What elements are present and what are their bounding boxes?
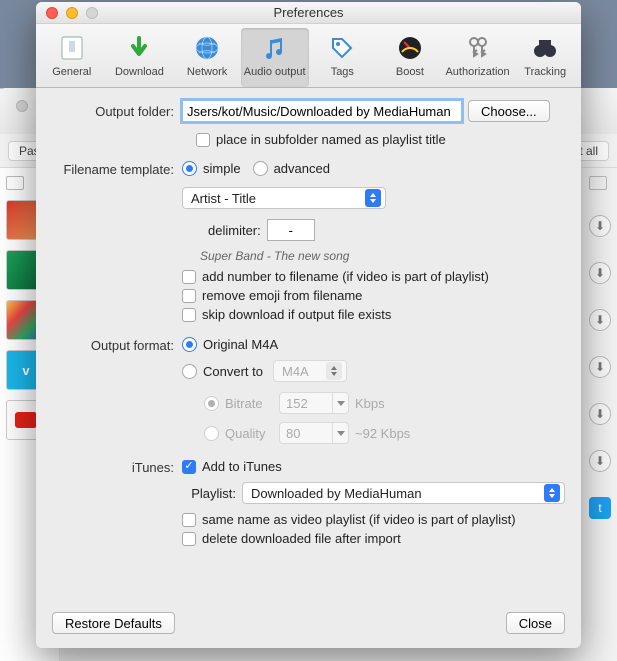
tab-audio-output[interactable]: Audio output <box>241 28 309 87</box>
same-name-label: same name as video playlist (if video is… <box>202 512 516 527</box>
skip-existing-label: skip download if output file exists <box>202 307 391 322</box>
subfolder-checkbox[interactable] <box>196 133 210 147</box>
tab-general[interactable]: General <box>38 28 106 87</box>
tab-download[interactable]: Download <box>106 28 174 87</box>
format-original-label: Original M4A <box>203 337 278 352</box>
playlist-popup[interactable]: Downloaded by MediaHuman <box>242 482 565 504</box>
tag-icon <box>326 32 358 64</box>
tab-authorization[interactable]: Authorization <box>444 28 512 87</box>
tab-tracking[interactable]: Tracking <box>511 28 579 87</box>
preferences-body: Output folder: Choose... place in subfol… <box>36 88 581 612</box>
delete-after-import-label: delete downloaded file after import <box>202 531 401 546</box>
filename-simple-label: simple <box>203 161 241 176</box>
delimiter-field[interactable] <box>267 219 315 241</box>
quality-estimate: ~92 Kbps <box>355 426 410 441</box>
delimiter-label: delimiter: <box>208 223 261 238</box>
skip-existing-checkbox[interactable] <box>182 308 196 322</box>
output-folder-field[interactable] <box>182 100 462 122</box>
filename-advanced-radio[interactable] <box>253 161 268 176</box>
keys-icon <box>462 32 494 64</box>
quality-combo: 80 <box>279 422 349 444</box>
tab-network[interactable]: Network <box>173 28 241 87</box>
same-name-checkbox[interactable] <box>182 513 196 527</box>
binoculars-icon <box>529 32 561 64</box>
preferences-toolbar: General Download Network Audio output Ta… <box>36 24 581 88</box>
window-title: Preferences <box>36 5 581 20</box>
landscape-icon <box>6 176 24 190</box>
background-download-buttons: ⬇ ⬇ ⬇ ⬇ ⬇ ⬇ t <box>589 176 611 519</box>
subfolder-checkbox-label: place in subfolder named as playlist tit… <box>216 132 446 147</box>
bitrate-unit: Kbps <box>355 396 385 411</box>
remove-emoji-label: remove emoji from filename <box>202 288 362 303</box>
format-convert-radio[interactable] <box>182 364 197 379</box>
landscape-icon <box>589 176 607 190</box>
format-convert-label: Convert to <box>203 364 263 379</box>
download-icon[interactable]: ⬇ <box>589 450 611 472</box>
download-icon[interactable]: ⬇ <box>589 215 611 237</box>
preferences-footer: Restore Defaults Close <box>36 612 581 648</box>
filename-template-label: Filename template: <box>52 158 182 177</box>
delete-after-import-checkbox[interactable] <box>182 532 196 546</box>
add-to-itunes-checkbox[interactable]: ✓ <box>182 460 196 474</box>
add-number-label: add number to filename (if video is part… <box>202 269 489 284</box>
titlebar: Preferences <box>36 2 581 24</box>
close-button[interactable]: Close <box>506 612 565 634</box>
convert-format-popup: M4A <box>273 360 347 382</box>
remove-emoji-checkbox[interactable] <box>182 289 196 303</box>
general-icon <box>56 32 88 64</box>
filename-advanced-label: advanced <box>274 161 330 176</box>
add-number-checkbox[interactable] <box>182 270 196 284</box>
tab-tags[interactable]: Tags <box>309 28 377 87</box>
format-original-radio[interactable] <box>182 337 197 352</box>
gauge-icon <box>394 32 426 64</box>
restore-defaults-button[interactable]: Restore Defaults <box>52 612 175 634</box>
bitrate-label: Bitrate <box>225 396 273 411</box>
filename-example: Super Band - The new song <box>200 249 565 263</box>
globe-icon <box>191 32 223 64</box>
download-icon[interactable]: ⬇ <box>589 309 611 331</box>
bitrate-combo: 152 <box>279 392 349 414</box>
choose-folder-button[interactable]: Choose... <box>468 100 550 122</box>
playlist-label: Playlist: <box>182 486 236 501</box>
filename-simple-radio[interactable] <box>182 161 197 176</box>
download-icon[interactable]: ⬇ <box>589 262 611 284</box>
tab-boost[interactable]: Boost <box>376 28 444 87</box>
preferences-window: Preferences General Download Network Aud… <box>36 2 581 648</box>
bitrate-radio <box>204 396 219 411</box>
output-folder-label: Output folder: <box>52 100 182 119</box>
add-to-itunes-label: Add to iTunes <box>202 459 282 474</box>
twitter-icon[interactable]: t <box>589 497 611 519</box>
output-format-label: Output format: <box>52 334 182 353</box>
quality-radio <box>204 426 219 441</box>
download-arrow-icon <box>123 32 155 64</box>
download-icon[interactable]: ⬇ <box>589 356 611 378</box>
quality-label: Quality <box>225 426 273 441</box>
filename-template-popup[interactable]: Artist - Title <box>182 187 386 209</box>
music-note-icon <box>259 32 291 64</box>
download-icon[interactable]: ⬇ <box>589 403 611 425</box>
itunes-label: iTunes: <box>52 456 182 475</box>
